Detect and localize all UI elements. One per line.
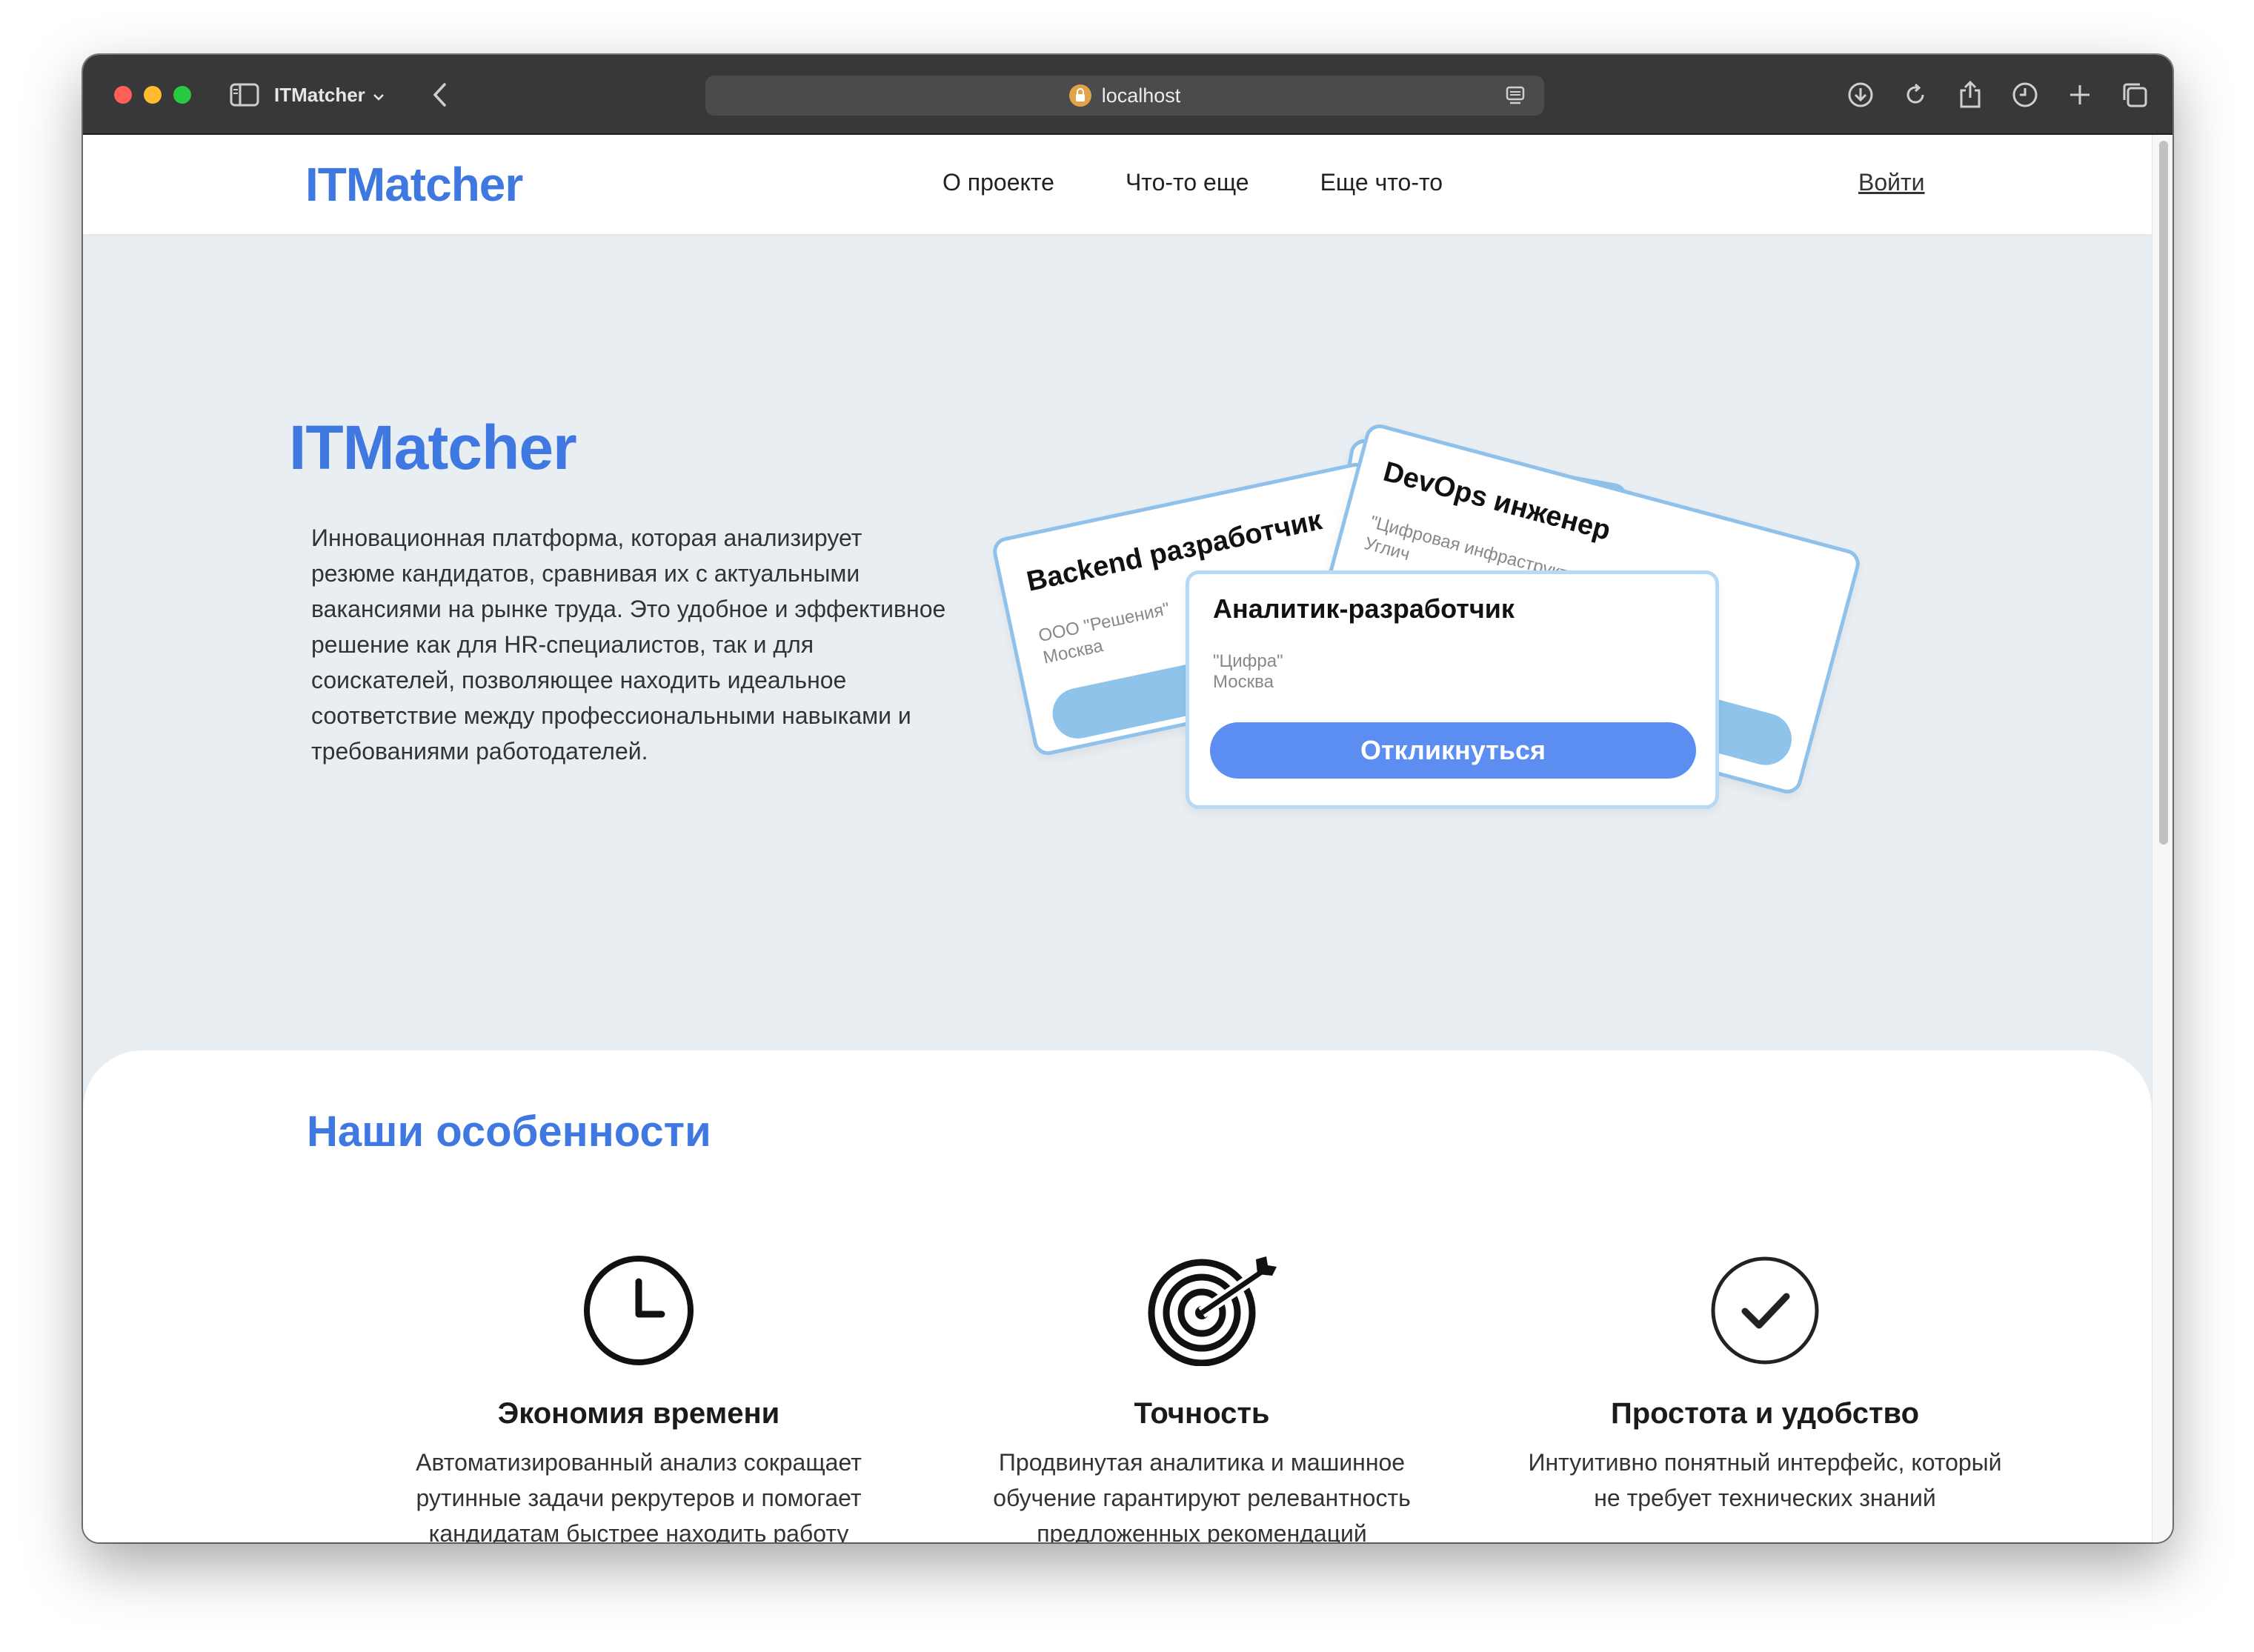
back-arrow-icon[interactable] bbox=[424, 77, 456, 113]
job-card-company: "Цифра" bbox=[1213, 651, 1283, 671]
target-icon bbox=[1146, 1255, 1277, 1367]
feature-description: Продвинутая аналитика и машинное обучени… bbox=[993, 1449, 1411, 1542]
hero-title: ITMatcher bbox=[289, 413, 577, 482]
share-icon[interactable] bbox=[1955, 79, 1986, 110]
scrollbar-thumb[interactable] bbox=[2159, 141, 2168, 845]
page-scrollbar[interactable] bbox=[2152, 135, 2172, 1542]
feature-title: Точность bbox=[1134, 1397, 1270, 1430]
history-icon[interactable] bbox=[2009, 79, 2041, 110]
reload-icon[interactable] bbox=[1900, 79, 1931, 110]
minimize-window-button[interactable] bbox=[144, 86, 162, 104]
url-text: localhost bbox=[1101, 84, 1181, 107]
reader-mode-icon[interactable] bbox=[1504, 84, 1526, 107]
job-card-analyst: Аналитик-разработчик "Цифра" Москва Откл… bbox=[1186, 570, 1719, 809]
hero-description: Инновационная платформа, которая анализи… bbox=[311, 524, 946, 765]
site-logo[interactable]: ITMatcher bbox=[305, 157, 523, 212]
site-header: ITMatcher О проекте Что-то еще Еще что-т… bbox=[83, 135, 2152, 234]
features-title: Наши особенности bbox=[307, 1108, 711, 1156]
site-favicon-icon bbox=[1068, 84, 1091, 107]
main-nav: О проекте Что-то еще Еще что-то bbox=[943, 169, 1443, 196]
job-card-city: Москва bbox=[1213, 672, 1274, 692]
feature-description: Автоматизированный анализ сокращает рути… bbox=[416, 1449, 862, 1542]
address-bar[interactable]: localhost bbox=[705, 76, 1544, 116]
page-content: ITMatcher О проекте Что-то еще Еще что-т… bbox=[83, 135, 2152, 1542]
maximize-window-button[interactable] bbox=[173, 86, 191, 104]
downloads-icon[interactable] bbox=[1845, 79, 1876, 110]
apply-button[interactable]: Откликнуться bbox=[1210, 722, 1696, 779]
tab-title: ITMatcher bbox=[274, 83, 365, 106]
tab-group-selector[interactable]: ITMatcher bbox=[274, 77, 385, 113]
feature-title: Экономия времени bbox=[497, 1397, 780, 1430]
nav-item-something-else[interactable]: Что-то еще bbox=[1126, 169, 1249, 196]
feature-description: Интуитивно понятный интерфейс, который н… bbox=[1528, 1449, 2002, 1511]
browser-window: ITMatcher localhost ITMatcher О проекте … bbox=[83, 55, 2172, 1542]
job-card-title: Аналитик-разработчик bbox=[1213, 593, 1515, 624]
nav-item-about[interactable]: О проекте bbox=[943, 169, 1054, 196]
new-tab-icon[interactable] bbox=[2064, 79, 2095, 110]
checkmark-icon bbox=[1709, 1255, 1821, 1366]
clock-icon bbox=[583, 1255, 694, 1366]
tab-overview-icon[interactable] bbox=[2119, 79, 2150, 110]
close-window-button[interactable] bbox=[114, 86, 132, 104]
toolbar-right-group bbox=[1845, 77, 2150, 113]
features-section: Наши особенности Экономия времени Автома… bbox=[83, 1050, 2152, 1542]
feature-title: Простота и удобство bbox=[1610, 1397, 1920, 1430]
job-card-company: ООО "Решения" bbox=[1037, 599, 1172, 647]
browser-toolbar: ITMatcher localhost bbox=[83, 55, 2172, 135]
chevron-down-icon bbox=[373, 84, 385, 107]
sidebar-toggle-icon[interactable] bbox=[228, 77, 261, 113]
login-link[interactable]: Войти bbox=[1858, 169, 1925, 196]
nav-item-something-more[interactable]: Еще что-то bbox=[1320, 169, 1443, 196]
